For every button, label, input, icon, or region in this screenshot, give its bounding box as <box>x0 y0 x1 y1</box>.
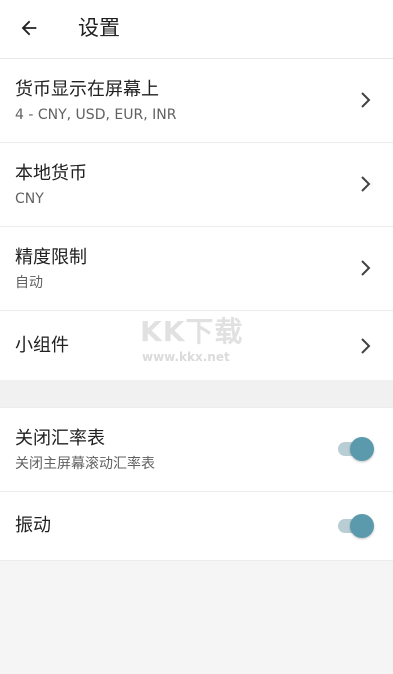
setting-title: 货币显示在屏幕上 <box>15 79 159 100</box>
arrow-left-icon <box>21 20 37 36</box>
setting-title: 小组件 <box>15 335 69 356</box>
chevron-right-icon <box>361 260 371 276</box>
setting-currencies-on-screen[interactable]: 货币显示在屏幕上 4 - CNY, USD, EUR, INR <box>0 59 393 142</box>
chevron-right-icon <box>361 176 371 192</box>
setting-local-currency[interactable]: 本地货币 CNY <box>0 143 393 226</box>
page-title: 设置 <box>78 16 120 40</box>
setting-subtitle: 自动 <box>15 275 43 291</box>
setting-title: 关闭汇率表 <box>15 428 105 449</box>
app-bar: 设置 <box>0 0 393 59</box>
setting-subtitle: CNY <box>15 191 44 207</box>
setting-title: 本地货币 <box>15 163 87 184</box>
setting-close-rate-table[interactable]: 关闭汇率表 关闭主屏幕滚动汇率表 <box>0 408 393 491</box>
setting-vibration[interactable]: 振动 <box>0 492 393 560</box>
toggle-knob <box>350 514 374 538</box>
settings-screen: 设置 货币显示在屏幕上 4 - CNY, USD, EUR, INR 本地货币 … <box>0 0 393 674</box>
back-button[interactable] <box>10 9 48 47</box>
setting-subtitle: 4 - CNY, USD, EUR, INR <box>15 107 177 123</box>
chevron-right-icon <box>361 92 371 108</box>
vibration-toggle[interactable] <box>336 514 374 538</box>
close-rate-table-toggle[interactable] <box>336 437 374 461</box>
setting-title: 精度限制 <box>15 247 87 268</box>
toggle-knob <box>350 437 374 461</box>
section-gap <box>0 380 393 407</box>
setting-precision-limit[interactable]: 精度限制 自动 <box>0 227 393 310</box>
chevron-right-icon <box>361 338 371 354</box>
setting-title: 振动 <box>15 515 51 536</box>
setting-subtitle: 关闭主屏幕滚动汇率表 <box>15 456 155 472</box>
setting-widget[interactable]: 小组件 <box>0 311 393 380</box>
divider <box>0 560 393 561</box>
